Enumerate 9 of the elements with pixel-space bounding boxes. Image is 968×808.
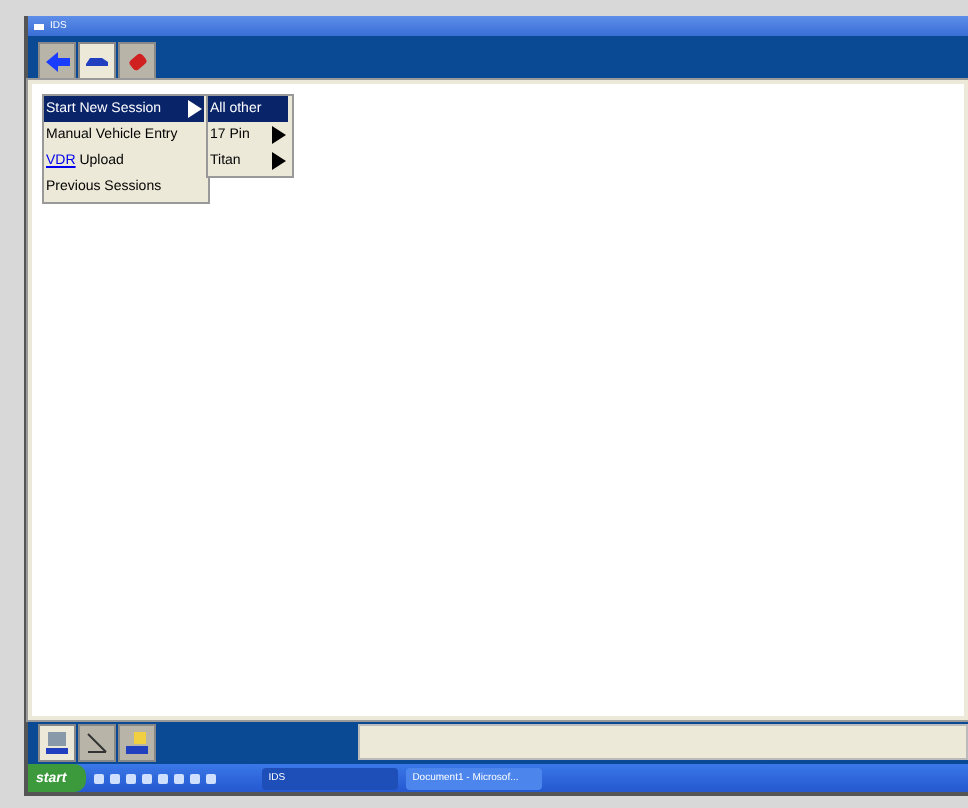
toolbar-tab[interactable]: [38, 723, 76, 761]
toolbar-tab[interactable]: [78, 723, 116, 761]
toolbar-tab[interactable]: [78, 42, 116, 80]
window-icon: [34, 23, 44, 29]
arrow-icon: [45, 51, 69, 71]
toolbar-tab[interactable]: [118, 723, 156, 761]
submenu-arrow-icon: [188, 100, 202, 118]
toolbar-tab[interactable]: [38, 42, 76, 80]
car-icon: [84, 54, 110, 68]
